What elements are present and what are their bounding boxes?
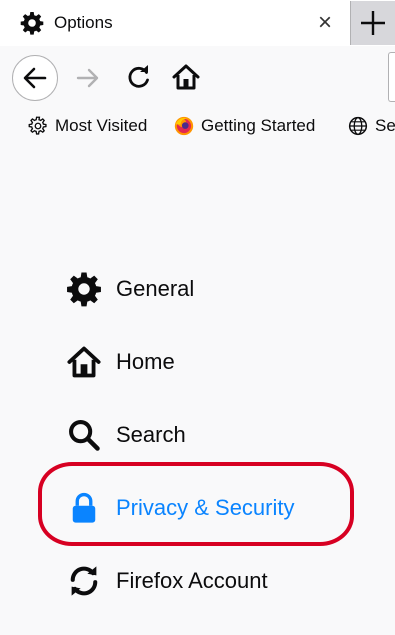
plus-icon <box>361 11 385 35</box>
close-tab-icon[interactable]: × <box>312 10 338 36</box>
home-icon <box>67 346 101 378</box>
navigation-bar <box>0 46 395 108</box>
browser-window: Options × Most Visited Getting Started S… <box>0 0 395 635</box>
gear-icon <box>20 12 44 35</box>
category-label: Search <box>116 422 186 447</box>
firefox-logo-icon <box>174 116 194 136</box>
search-icon <box>69 420 100 451</box>
category-general[interactable]: General <box>66 264 194 314</box>
bookmarks-toolbar: Most Visited Getting Started Se <box>0 108 395 144</box>
url-bar[interactable] <box>388 52 395 102</box>
tab-strip: Options × <box>0 0 395 46</box>
home-icon[interactable] <box>170 61 202 93</box>
category-privacy-security[interactable]: Privacy & Security <box>66 483 295 533</box>
lock-icon <box>72 492 96 523</box>
bookmark-se[interactable]: Se <box>348 108 395 144</box>
category-label: Privacy & Security <box>116 495 295 520</box>
bookmark-most-visited[interactable]: Most Visited <box>28 108 147 144</box>
forward-arrow-icon[interactable] <box>72 62 104 94</box>
back-button[interactable] <box>12 55 58 101</box>
bookmark-label: Getting Started <box>201 116 316 135</box>
category-label: General <box>116 276 195 301</box>
tab-title: Options <box>54 13 113 32</box>
bookmark-label: Most Visited <box>55 116 148 135</box>
globe-icon <box>348 116 368 136</box>
back-arrow-icon <box>23 67 47 89</box>
gear-icon <box>67 272 101 307</box>
gear-icon <box>28 116 47 135</box>
sync-icon <box>70 566 98 596</box>
category-search[interactable]: Search <box>66 410 186 460</box>
category-label: Firefox Account <box>116 568 268 593</box>
category-label: Home <box>116 349 175 374</box>
reload-icon[interactable] <box>124 62 154 92</box>
bookmark-getting-started[interactable]: Getting Started <box>174 108 315 144</box>
category-firefox-account[interactable]: Firefox Account <box>66 556 268 606</box>
bookmark-label: Se <box>375 116 395 135</box>
tab-options[interactable]: Options × <box>0 0 348 46</box>
category-home[interactable]: Home <box>66 337 175 387</box>
new-tab-button[interactable] <box>350 1 395 45</box>
